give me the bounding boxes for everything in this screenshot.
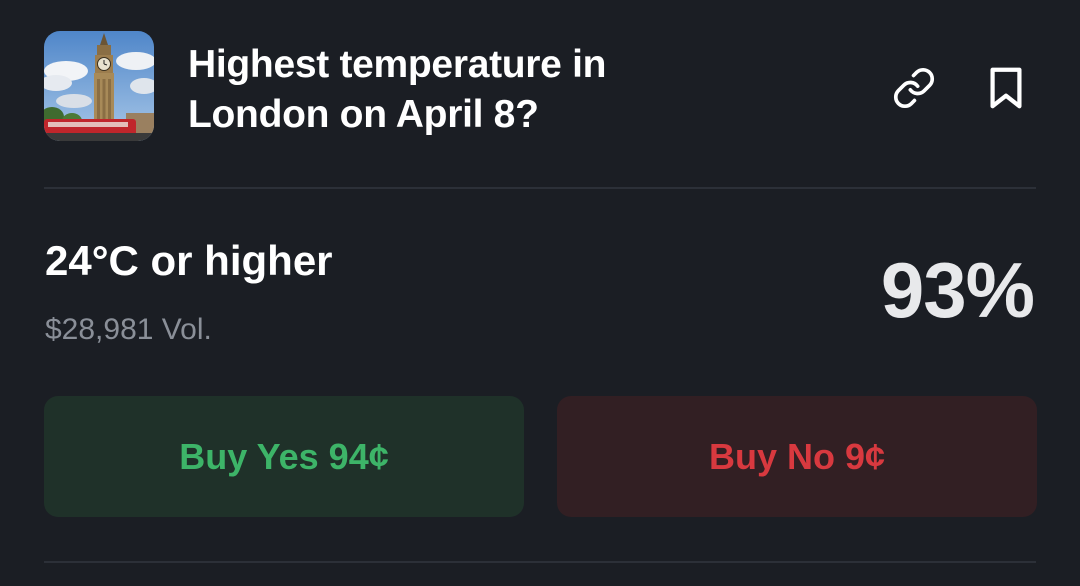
buy-no-label: Buy No 9¢ [708,435,886,477]
link-icon [893,67,935,109]
buy-yes-label: Buy Yes 94¢ [179,435,389,477]
bookmark-icon [990,67,1022,109]
outcome-volume: $28,981 Vol. [45,313,212,346]
footer-divider [44,561,1036,563]
bookmark-button[interactable] [982,62,1030,114]
outcome-probability: 93% [880,246,1035,334]
buy-no-button[interactable]: Buy No 9¢ [557,396,1037,517]
big-ben-image [44,31,154,141]
outcome-label: 24°C or higher [45,237,333,284]
header-divider [44,187,1036,189]
copy-link-button[interactable] [890,62,938,114]
buy-yes-button[interactable]: Buy Yes 94¢ [44,396,524,517]
market-title: Highest temperature in London on April 8… [188,43,607,136]
market-thumbnail[interactable] [44,31,154,141]
market-card: Highest temperature in London on April 8… [0,0,1080,586]
